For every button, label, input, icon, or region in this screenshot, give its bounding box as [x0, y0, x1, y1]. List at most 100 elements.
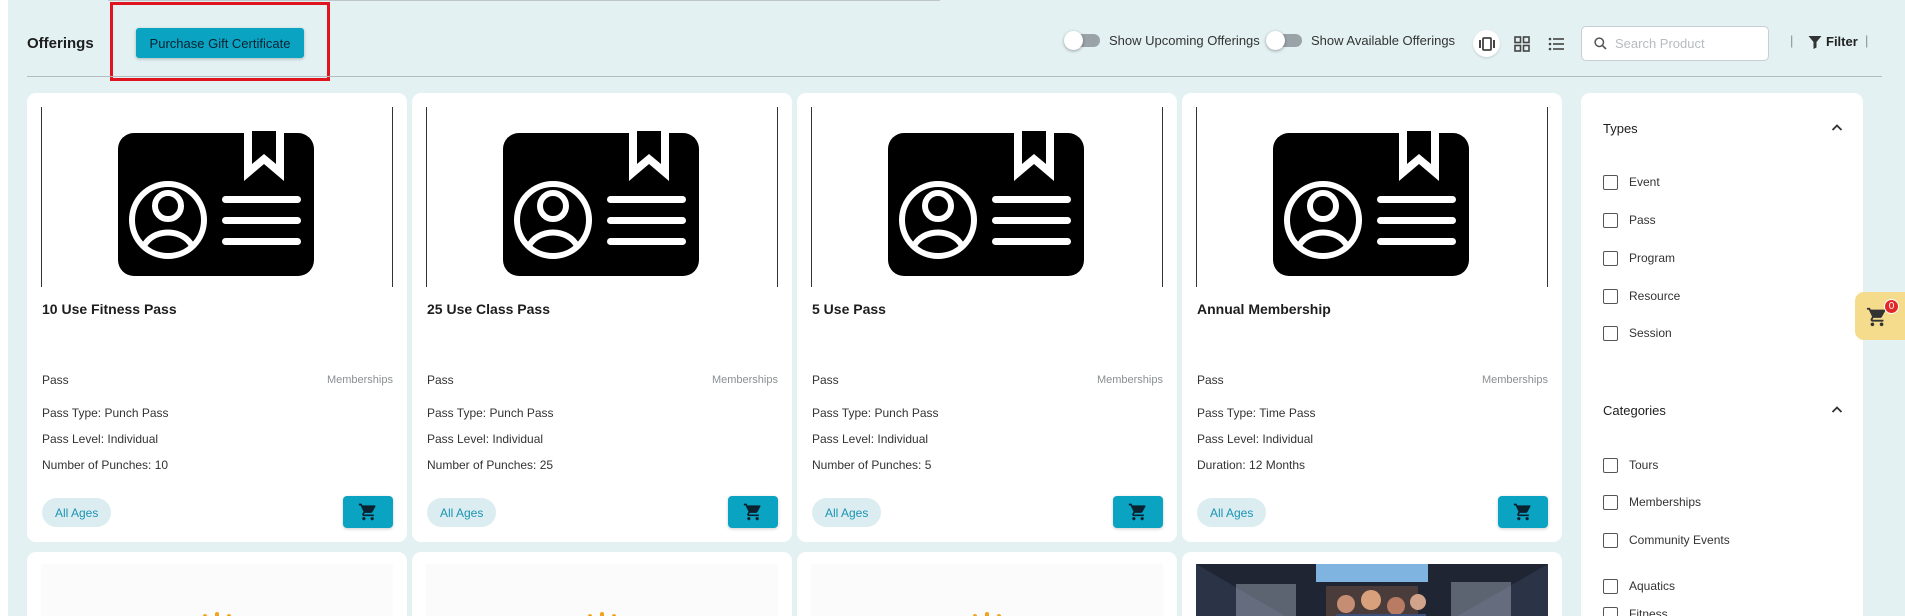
offering-detail: Number of Punches: 10	[42, 458, 169, 472]
offering-type: Pass	[812, 373, 839, 387]
sun-logo-icon	[972, 612, 1002, 616]
toggle-switch[interactable]	[1266, 31, 1302, 50]
list-view-icon[interactable]	[1543, 30, 1570, 57]
offerings-app: Offerings Purchase Gift Certificate Show…	[8, 0, 1905, 616]
offering-detail: Pass Type: Time Pass	[1197, 406, 1316, 420]
search-box[interactable]	[1581, 26, 1769, 61]
add-to-cart-button[interactable]	[1498, 496, 1548, 528]
checkbox[interactable]	[1603, 579, 1618, 594]
toggle-upcoming-label: Show Upcoming Offerings	[1109, 33, 1260, 48]
offering-image	[426, 564, 778, 616]
filter-category-fitness[interactable]: Fitness	[1603, 607, 1739, 616]
offering-type: Pass	[1197, 373, 1224, 387]
membership-card-icon	[1273, 131, 1469, 276]
offering-detail: Number of Punches: 5	[812, 458, 932, 472]
age-badge: All Ages	[42, 498, 112, 527]
add-to-cart-button[interactable]	[343, 496, 393, 528]
offering-card[interactable]: 5 Use Pass Pass Memberships Pass Type: P…	[797, 93, 1177, 542]
offering-detail: Duration: 12 Months	[1197, 458, 1306, 472]
checkbox[interactable]	[1603, 289, 1618, 304]
filter-label: Filter	[1826, 34, 1858, 49]
filter-type-event[interactable]: Event	[1603, 175, 1739, 190]
offering-card[interactable]	[412, 552, 792, 616]
filter-label: Session	[1629, 326, 1672, 340]
categories-section-title: Categories	[1603, 403, 1666, 418]
cart-count-badge: 0	[1884, 299, 1899, 314]
add-to-cart-button[interactable]	[728, 496, 778, 528]
offering-detail: Pass Level: Individual	[812, 432, 929, 446]
filter-label: Community Events	[1629, 533, 1730, 547]
filter-type-resource[interactable]: Resource	[1603, 289, 1739, 304]
membership-card-icon	[118, 131, 314, 276]
offering-photo	[1196, 564, 1548, 616]
offering-card[interactable]: 25 Use Class Pass Pass Memberships Pass …	[412, 93, 792, 542]
checkbox[interactable]	[1603, 495, 1618, 510]
filter-button[interactable]: Filter	[1808, 34, 1858, 49]
checkbox[interactable]	[1603, 175, 1618, 190]
offering-image	[426, 107, 778, 287]
checkbox[interactable]	[1603, 607, 1618, 616]
filter-type-pass[interactable]: Pass	[1603, 213, 1739, 228]
offering-card[interactable]: 10 Use Fitness Pass Pass Memberships Pas…	[27, 93, 407, 542]
filter-label: Program	[1629, 251, 1676, 265]
membership-card-icon	[888, 131, 1084, 276]
purchase-gift-certificate-button[interactable]: Purchase Gift Certificate	[136, 28, 304, 58]
offering-card[interactable]	[797, 552, 1177, 616]
offering-detail: Pass Level: Individual	[427, 432, 544, 446]
toggle-switch[interactable]	[1064, 31, 1100, 50]
toggle-available-offerings[interactable]: Show Available Offerings	[1266, 31, 1455, 50]
filter-category-memberships[interactable]: Memberships	[1603, 495, 1739, 510]
offering-category: Memberships	[1481, 374, 1548, 386]
sun-logo-icon	[202, 612, 232, 616]
offering-card[interactable]	[1182, 552, 1562, 616]
filter-label: Tours	[1629, 458, 1659, 472]
filter-label: Memberships	[1629, 495, 1702, 509]
offering-image	[811, 107, 1163, 287]
offering-type: Pass	[427, 373, 454, 387]
offering-detail: Pass Type: Punch Pass	[812, 406, 939, 420]
offering-image	[41, 564, 393, 616]
checkbox[interactable]	[1603, 533, 1618, 548]
checkbox[interactable]	[1603, 326, 1618, 341]
offering-image	[811, 564, 1163, 616]
offering-card[interactable]	[27, 552, 407, 616]
checkbox[interactable]	[1603, 213, 1618, 228]
chevron-up-icon[interactable]	[1831, 122, 1843, 132]
offering-image	[1196, 107, 1548, 287]
separator: |	[1790, 33, 1794, 48]
filter-category-tours[interactable]: Tours	[1603, 458, 1739, 473]
carousel-view-icon[interactable]	[1473, 30, 1500, 57]
filter-icon	[1808, 35, 1822, 49]
offering-name: 5 Use Pass	[812, 301, 886, 317]
offering-detail: Pass Type: Punch Pass	[42, 406, 169, 420]
sun-logo-icon	[587, 612, 617, 616]
filter-type-program[interactable]: Program	[1603, 251, 1739, 266]
floating-cart-button[interactable]: 0	[1855, 292, 1905, 340]
search-input[interactable]	[1615, 36, 1755, 51]
filter-category-community-events[interactable]: Community Events	[1603, 533, 1739, 548]
toggle-upcoming-offerings[interactable]: Show Upcoming Offerings	[1064, 31, 1260, 50]
offering-detail: Pass Type: Punch Pass	[427, 406, 554, 420]
page-title: Offerings	[27, 35, 94, 52]
checkbox[interactable]	[1603, 458, 1618, 473]
offering-category: Memberships	[1096, 374, 1163, 386]
age-badge: All Ages	[427, 498, 497, 527]
checkbox[interactable]	[1603, 251, 1618, 266]
add-to-cart-button[interactable]	[1113, 496, 1163, 528]
offering-detail: Pass Level: Individual	[1197, 432, 1314, 446]
cart-icon	[743, 503, 761, 521]
cart-icon	[1513, 503, 1531, 521]
filter-category-aquatics[interactable]: Aquatics	[1603, 579, 1739, 594]
offering-name: 10 Use Fitness Pass	[42, 301, 177, 317]
offering-category: Memberships	[711, 374, 778, 386]
filter-label: Fitness	[1629, 607, 1668, 616]
age-badge: All Ages	[1197, 498, 1267, 527]
header: Offerings Purchase Gift Certificate Show…	[8, 0, 1905, 81]
header-divider	[27, 76, 1882, 77]
offering-card[interactable]: Annual Membership Pass Memberships Pass …	[1182, 93, 1562, 542]
filter-panel: Types Event Pass Program Resource Sessio…	[1581, 93, 1863, 616]
grid-view-icon[interactable]	[1508, 30, 1535, 57]
filter-type-session[interactable]: Session	[1603, 326, 1739, 341]
membership-card-icon	[503, 131, 699, 276]
chevron-up-icon[interactable]	[1831, 404, 1843, 414]
